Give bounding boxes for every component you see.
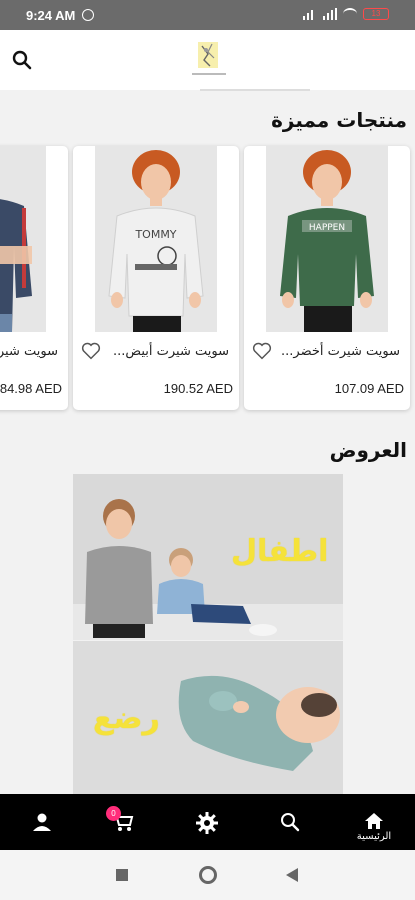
- status-icons: 13: [303, 8, 389, 20]
- alarm-icon: [82, 9, 94, 21]
- nav-account[interactable]: [12, 794, 72, 850]
- home-button[interactable]: [199, 866, 217, 884]
- signal-icon: [303, 8, 317, 20]
- nav-home[interactable]: الرئيسية: [344, 794, 404, 850]
- system-nav-bar: [0, 850, 415, 900]
- battery-icon: 13: [363, 8, 389, 20]
- offer-banner-babies[interactable]: رضع: [73, 641, 343, 794]
- status-bar: 9:24 AM 13: [0, 0, 415, 30]
- product-price: 84.98 AED: [0, 381, 62, 396]
- nav-settings[interactable]: [176, 794, 236, 850]
- recents-button[interactable]: [116, 869, 128, 881]
- product-price: 190.52 AED: [163, 381, 233, 396]
- product-name[interactable]: سويت شيرت أخضر...: [281, 344, 400, 359]
- product-card[interactable]: TOMMY سويت شيرت أبيض... 190.52 AED: [73, 146, 239, 410]
- product-name[interactable]: سويت شيرت أبيض...: [113, 344, 229, 359]
- svg-text:TOMMY: TOMMY: [134, 228, 176, 241]
- heart-icon[interactable]: [252, 342, 272, 360]
- store-logo[interactable]: [186, 40, 232, 80]
- bottom-nav: الرئيسية 0: [0, 794, 415, 850]
- nav-home-label: الرئيسية: [356, 831, 392, 842]
- offer-label-kids: اطفال: [231, 534, 329, 569]
- header-divider: [200, 89, 310, 91]
- status-time: 9:24 AM: [26, 8, 76, 23]
- offers-title: العروض: [329, 438, 407, 462]
- person-icon: [33, 813, 51, 831]
- product-card[interactable]: سويت شير 84.98 AED: [0, 146, 68, 410]
- product-image[interactable]: [0, 146, 46, 332]
- search-icon[interactable]: [12, 50, 32, 70]
- featured-title: منتجات مميزة: [271, 108, 407, 132]
- back-button[interactable]: [286, 868, 298, 882]
- wifi-icon: [343, 8, 357, 20]
- heart-icon[interactable]: [81, 342, 101, 360]
- nav-cart[interactable]: 0: [92, 794, 152, 850]
- home-icon: [365, 813, 383, 829]
- app-screen: 9:24 AM 13 منتجات مميزة HAPPEN سويت شيرت…: [0, 0, 415, 900]
- product-card[interactable]: HAPPEN سويت شيرت أخضر... 107.09 AED: [244, 146, 410, 410]
- signal-icon: [323, 8, 337, 20]
- search-icon: [281, 813, 300, 832]
- product-name[interactable]: سويت شير: [0, 344, 58, 359]
- svg-text:HAPPEN: HAPPEN: [309, 223, 345, 233]
- app-header: [0, 30, 415, 90]
- nav-search[interactable]: [260, 794, 320, 850]
- product-image[interactable]: TOMMY: [95, 146, 217, 332]
- offer-banner-kids[interactable]: اطفال: [73, 474, 343, 640]
- cart-count-badge: 0: [106, 806, 121, 821]
- product-image[interactable]: HAPPEN: [266, 146, 388, 332]
- gear-icon: [196, 812, 218, 834]
- offer-label-babies: رضع: [93, 701, 160, 736]
- product-price: 107.09 AED: [334, 381, 404, 396]
